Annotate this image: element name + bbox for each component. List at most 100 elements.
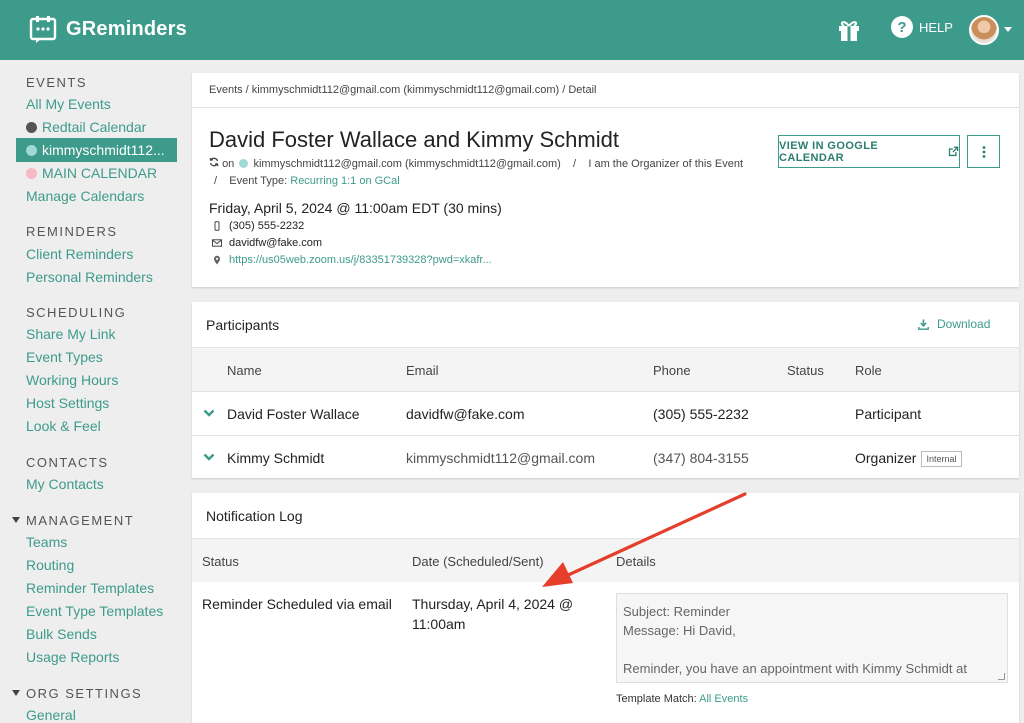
participant-email: davidfw@fake.com: [406, 406, 525, 422]
meta-organizer: I am the Organizer of this Event: [588, 158, 744, 170]
calendar-dot-icon: [26, 122, 37, 133]
calendar-dot-icon: [26, 145, 37, 156]
template-match: Template Match: All Events: [616, 693, 748, 705]
sidebar-item-routing[interactable]: Routing: [26, 557, 74, 573]
sidebar-item-working-hours[interactable]: Working Hours: [26, 372, 118, 388]
button-label: VIEW IN GOOGLE CALENDAR: [779, 139, 879, 164]
top-bar: GReminders ? HELP: [0, 0, 1024, 60]
sidebar-item-my-contacts[interactable]: My Contacts: [26, 476, 104, 492]
column-header-status[interactable]: Status: [787, 363, 824, 378]
sidebar-heading-management[interactable]: MANAGEMENT: [12, 513, 134, 528]
sidebar-item-share-link[interactable]: Share My Link: [26, 326, 115, 342]
sidebar-item-redtail[interactable]: Redtail Calendar: [26, 119, 146, 135]
envelope-icon: [212, 239, 222, 247]
chevron-down-icon: [12, 690, 20, 696]
event-type-link[interactable]: Recurring 1:1 on GCal: [290, 175, 399, 187]
sidebar-item-event-types[interactable]: Event Types: [26, 349, 103, 365]
event-title: David Foster Wallace and Kimmy Schmidt: [209, 127, 619, 152]
sidebar-item-label: Redtail Calendar: [42, 119, 147, 135]
message-details-box[interactable]: Subject: Reminder Message: Hi David, Rem…: [616, 593, 1008, 683]
divider: [192, 107, 1019, 108]
internal-badge: Internal: [921, 451, 962, 467]
download-label: Download: [937, 317, 991, 331]
sidebar-item-main-calendar[interactable]: MAIN CALENDAR: [26, 165, 157, 181]
meta-separator: /: [214, 175, 218, 187]
message-body: Reminder, you have an appointment with K…: [623, 661, 967, 676]
annotation-arrow-icon: [542, 492, 747, 587]
meta-type-label: Event Type:: [229, 175, 288, 187]
sidebar-item-usage-reports[interactable]: Usage Reports: [26, 649, 119, 665]
sidebar-item-reminder-templates[interactable]: Reminder Templates: [26, 580, 154, 596]
breadcrumb[interactable]: Events / kimmyschmidt112@gmail.com (kimm…: [209, 84, 596, 96]
sync-icon: [209, 157, 219, 167]
sidebar-item-personal-reminders[interactable]: Personal Reminders: [26, 269, 153, 285]
help-label: HELP: [919, 19, 953, 35]
notification-date: Thursday, April 4, 2024 @ 11:00am: [412, 596, 574, 632]
download-button[interactable]: Download: [918, 317, 990, 331]
sidebar-item-event-type-templates[interactable]: Event Type Templates: [26, 603, 163, 619]
view-in-google-calendar-button[interactable]: VIEW IN GOOGLE CALENDAR: [778, 135, 960, 168]
event-phone: (305) 555-2232: [229, 220, 305, 232]
calendar-dot-icon: [239, 159, 249, 168]
chevron-down-icon: [12, 517, 20, 523]
sidebar-item-all-events[interactable]: All My Events: [26, 96, 111, 112]
template-match-link[interactable]: All Events: [699, 693, 748, 705]
sidebar-heading-contacts: CONTACTS: [26, 455, 109, 470]
chevron-down-icon[interactable]: [203, 409, 215, 417]
chevron-down-icon[interactable]: [1004, 27, 1012, 32]
chevron-down-icon[interactable]: [203, 453, 215, 461]
sidebar-item-manage-calendars[interactable]: Manage Calendars: [26, 188, 144, 204]
event-detail-card: Events / kimmyschmidt112@gmail.com (kimm…: [192, 73, 1019, 287]
calendar-dot-icon: [26, 168, 37, 179]
sidebar-item-kimmy-calendar[interactable]: kimmyschmidt112...: [16, 138, 177, 162]
vertical-dots-icon: [982, 145, 985, 158]
table-row: Kimmy Schmidt kimmyschmidt112@gmail.com …: [192, 435, 1019, 479]
participants-card: Participants Download Name Email Phone S…: [192, 302, 1019, 478]
column-header-role[interactable]: Role: [855, 363, 882, 378]
resize-handle-icon[interactable]: [998, 673, 1005, 680]
sidebar-item-teams[interactable]: Teams: [26, 534, 67, 550]
user-avatar[interactable]: [969, 15, 999, 45]
app-logo[interactable]: GReminders: [28, 14, 187, 44]
column-header-phone[interactable]: Phone: [653, 363, 691, 378]
column-header-name[interactable]: Name: [227, 363, 262, 378]
event-email: davidfw@fake.com: [229, 237, 323, 249]
notification-log-title: Notification Log: [206, 508, 303, 524]
sidebar-heading-label: ORG SETTINGS: [26, 686, 143, 701]
event-email-line: davidfw@fake.com: [212, 237, 322, 249]
sidebar-heading-org-settings[interactable]: ORG SETTINGS: [12, 686, 142, 701]
download-icon: [918, 319, 929, 330]
app-name: GReminders: [66, 17, 187, 40]
sidebar-item-look-feel[interactable]: Look & Feel: [26, 418, 101, 434]
table-row: David Foster Wallace davidfw@fake.com (3…: [192, 391, 1019, 435]
calendar-logo-icon: [29, 16, 57, 43]
gift-icon[interactable]: [836, 17, 862, 43]
sidebar-item-label: kimmyschmidt112...: [42, 142, 165, 158]
event-location-link[interactable]: https://us05web.zoom.us/j/83351739328?pw…: [229, 254, 492, 266]
sidebar-heading-scheduling: SCHEDULING: [26, 305, 127, 320]
sidebar: EVENTS All My Events Redtail Calendar ki…: [0, 60, 185, 723]
map-pin-icon: [214, 255, 220, 265]
meta-separator: /: [573, 158, 577, 170]
column-header-date: Date (Scheduled/Sent): [412, 554, 544, 569]
column-header-status: Status: [202, 554, 239, 569]
event-type-meta: / Event Type: Recurring 1:1 on GCal: [214, 175, 400, 187]
sidebar-heading-events: EVENTS: [26, 75, 88, 90]
sidebar-heading-label: MANAGEMENT: [26, 513, 135, 528]
participant-phone: (347) 804-3155: [653, 450, 749, 466]
event-phone-line: (305) 555-2232: [212, 220, 304, 232]
sidebar-item-general[interactable]: General: [26, 707, 76, 723]
notification-status: Reminder Scheduled via email: [202, 596, 392, 612]
sidebar-item-label: MAIN CALENDAR: [42, 165, 158, 181]
participants-title: Participants: [206, 317, 280, 333]
sidebar-item-host-settings[interactable]: Host Settings: [26, 395, 109, 411]
meta-calendar: kimmyschmidt112@gmail.com (kimmyschmidt1…: [253, 158, 561, 170]
column-header-email[interactable]: Email: [406, 363, 439, 378]
sidebar-item-bulk-sends[interactable]: Bulk Sends: [26, 626, 97, 642]
participant-name: Kimmy Schmidt: [227, 450, 325, 466]
help-button[interactable]: ? HELP: [891, 16, 953, 38]
sidebar-item-client-reminders[interactable]: Client Reminders: [26, 246, 133, 262]
mobile-icon: [214, 221, 220, 231]
external-link-icon: [948, 146, 959, 157]
more-options-button[interactable]: [967, 135, 1000, 168]
